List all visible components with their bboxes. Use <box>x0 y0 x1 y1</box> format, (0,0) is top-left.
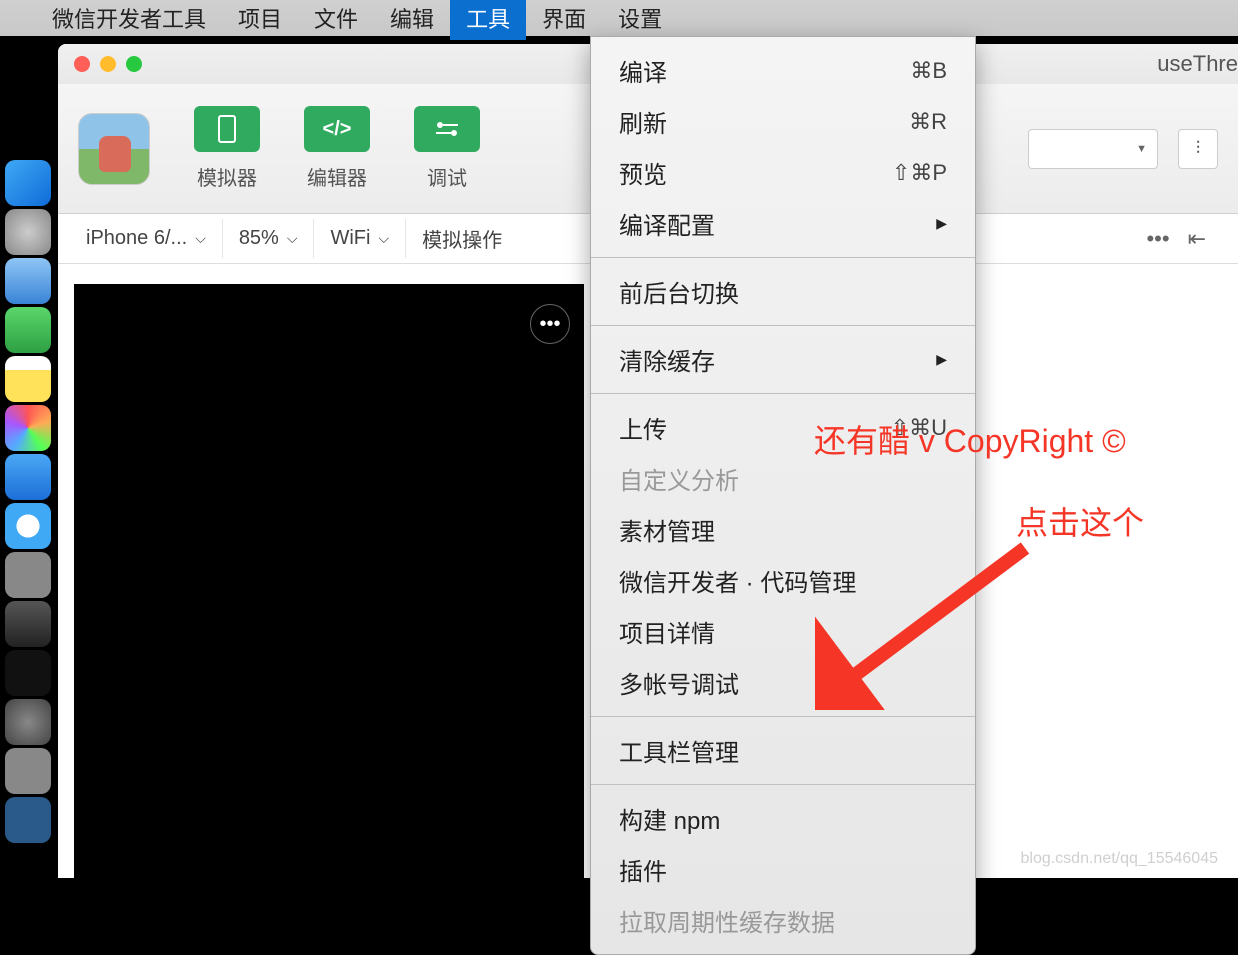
menu-clear-cache[interactable]: 清除缓存▶ <box>591 334 975 385</box>
watermark: blog.csdn.net/qq_15546045 <box>1020 850 1218 868</box>
menu-compile-config[interactable]: 编译配置▶ <box>591 198 975 249</box>
macos-dock <box>0 160 56 843</box>
dock-app3-icon[interactable] <box>5 748 51 794</box>
editor-icon: </> <box>304 106 370 152</box>
dock-mail-icon[interactable] <box>5 258 51 304</box>
menu-build-npm[interactable]: 构建 npm <box>591 793 975 844</box>
project-icon[interactable] <box>78 113 150 185</box>
dock-app1-icon[interactable] <box>5 552 51 598</box>
chevron-down-icon: ⌵ <box>195 230 206 247</box>
zoom-selector[interactable]: 85%⌵ <box>223 219 315 258</box>
device-selector[interactable]: iPhone 6/...⌵ <box>70 219 223 258</box>
menubar-app-name[interactable]: 微信开发者工具 <box>36 0 222 40</box>
toolbar-editor-button[interactable]: </> 编辑器 <box>304 106 370 191</box>
menu-plugin[interactable]: 插件 <box>591 844 975 895</box>
minimize-button[interactable] <box>100 56 116 72</box>
menu-separator <box>591 716 975 717</box>
toolbar-debug-button[interactable]: 调试 <box>414 106 480 191</box>
mock-operation[interactable]: 模拟操作 <box>406 216 518 261</box>
dock-app2-icon[interactable] <box>5 601 51 647</box>
menubar-item-settings[interactable]: 设置 <box>602 0 678 40</box>
toolbar-extra-button[interactable]: ⫶ <box>1178 129 1218 169</box>
dock-messages-icon[interactable] <box>5 307 51 353</box>
menu-fetch-cache: 拉取周期性缓存数据 <box>591 895 975 946</box>
menubar-item-project[interactable]: 项目 <box>222 0 298 40</box>
tools-dropdown-menu: 编译⌘B 刷新⌘R 预览⇧⌘P 编译配置▶ 前后台切换 清除缓存▶ 上传⇧⌘U … <box>590 36 976 955</box>
menubar-item-file[interactable]: 文件 <box>298 0 374 40</box>
debug-icon <box>414 106 480 152</box>
menu-separator <box>591 257 975 258</box>
annotation-arrow-icon <box>815 540 1035 710</box>
dock-notes-icon[interactable] <box>5 356 51 402</box>
menu-compile[interactable]: 编译⌘B <box>591 45 975 96</box>
submenu-arrow-icon: ▶ <box>936 215 947 232</box>
annotation-copyright: 还有醋 v CopyRight © <box>814 416 1126 462</box>
dock-photos-icon[interactable] <box>5 405 51 451</box>
compile-selector[interactable] <box>1028 129 1158 169</box>
dock-appstore-icon[interactable] <box>5 454 51 500</box>
toolbar-label: 编辑器 <box>307 162 367 191</box>
toolbar-simulator-button[interactable]: 模拟器 <box>194 106 260 191</box>
menubar-item-interface[interactable]: 界面 <box>526 0 602 40</box>
menu-preview[interactable]: 预览⇧⌘P <box>591 147 975 198</box>
chevron-down-icon: ⌵ <box>378 230 389 247</box>
more-icon[interactable]: ••• <box>1146 226 1169 252</box>
collapse-icon[interactable]: ⇤ <box>1188 226 1206 252</box>
menu-separator <box>591 393 975 394</box>
close-button[interactable] <box>74 56 90 72</box>
dock-finder-icon[interactable] <box>5 160 51 206</box>
menubar-item-edit[interactable]: 编辑 <box>374 0 450 40</box>
toolbar-label: 调试 <box>427 162 467 191</box>
annotation-click-this: 点击这个 <box>1016 498 1144 544</box>
menu-refresh[interactable]: 刷新⌘R <box>591 96 975 147</box>
simulator-menu-icon[interactable]: ••• <box>530 304 570 344</box>
menubar-item-tools[interactable]: 工具 <box>450 0 526 40</box>
toolbar-label: 模拟器 <box>197 162 257 191</box>
menu-toolbar-mgmt[interactable]: 工具栏管理 <box>591 725 975 776</box>
menu-separator <box>591 784 975 785</box>
dock-app4-icon[interactable] <box>5 797 51 843</box>
macos-menubar: 微信开发者工具 项目 文件 编辑 工具 界面 设置 <box>0 0 1238 36</box>
menu-separator <box>591 325 975 326</box>
chevron-down-icon: ⌵ <box>287 230 298 247</box>
submenu-arrow-icon: ▶ <box>936 351 947 368</box>
traffic-lights <box>74 56 142 72</box>
maximize-button[interactable] <box>126 56 142 72</box>
simulator-icon <box>194 106 260 152</box>
simulator-screen[interactable]: ••• <box>74 284 584 878</box>
dock-preferences-icon[interactable] <box>5 699 51 745</box>
network-selector[interactable]: WiFi⌵ <box>314 219 406 258</box>
dock-launchpad-icon[interactable] <box>5 209 51 255</box>
window-title: useThre <box>1157 51 1238 77</box>
menu-fg-bg-switch[interactable]: 前后台切换 <box>591 266 975 317</box>
dock-activity-icon[interactable] <box>5 650 51 696</box>
dock-safari-icon[interactable] <box>5 503 51 549</box>
